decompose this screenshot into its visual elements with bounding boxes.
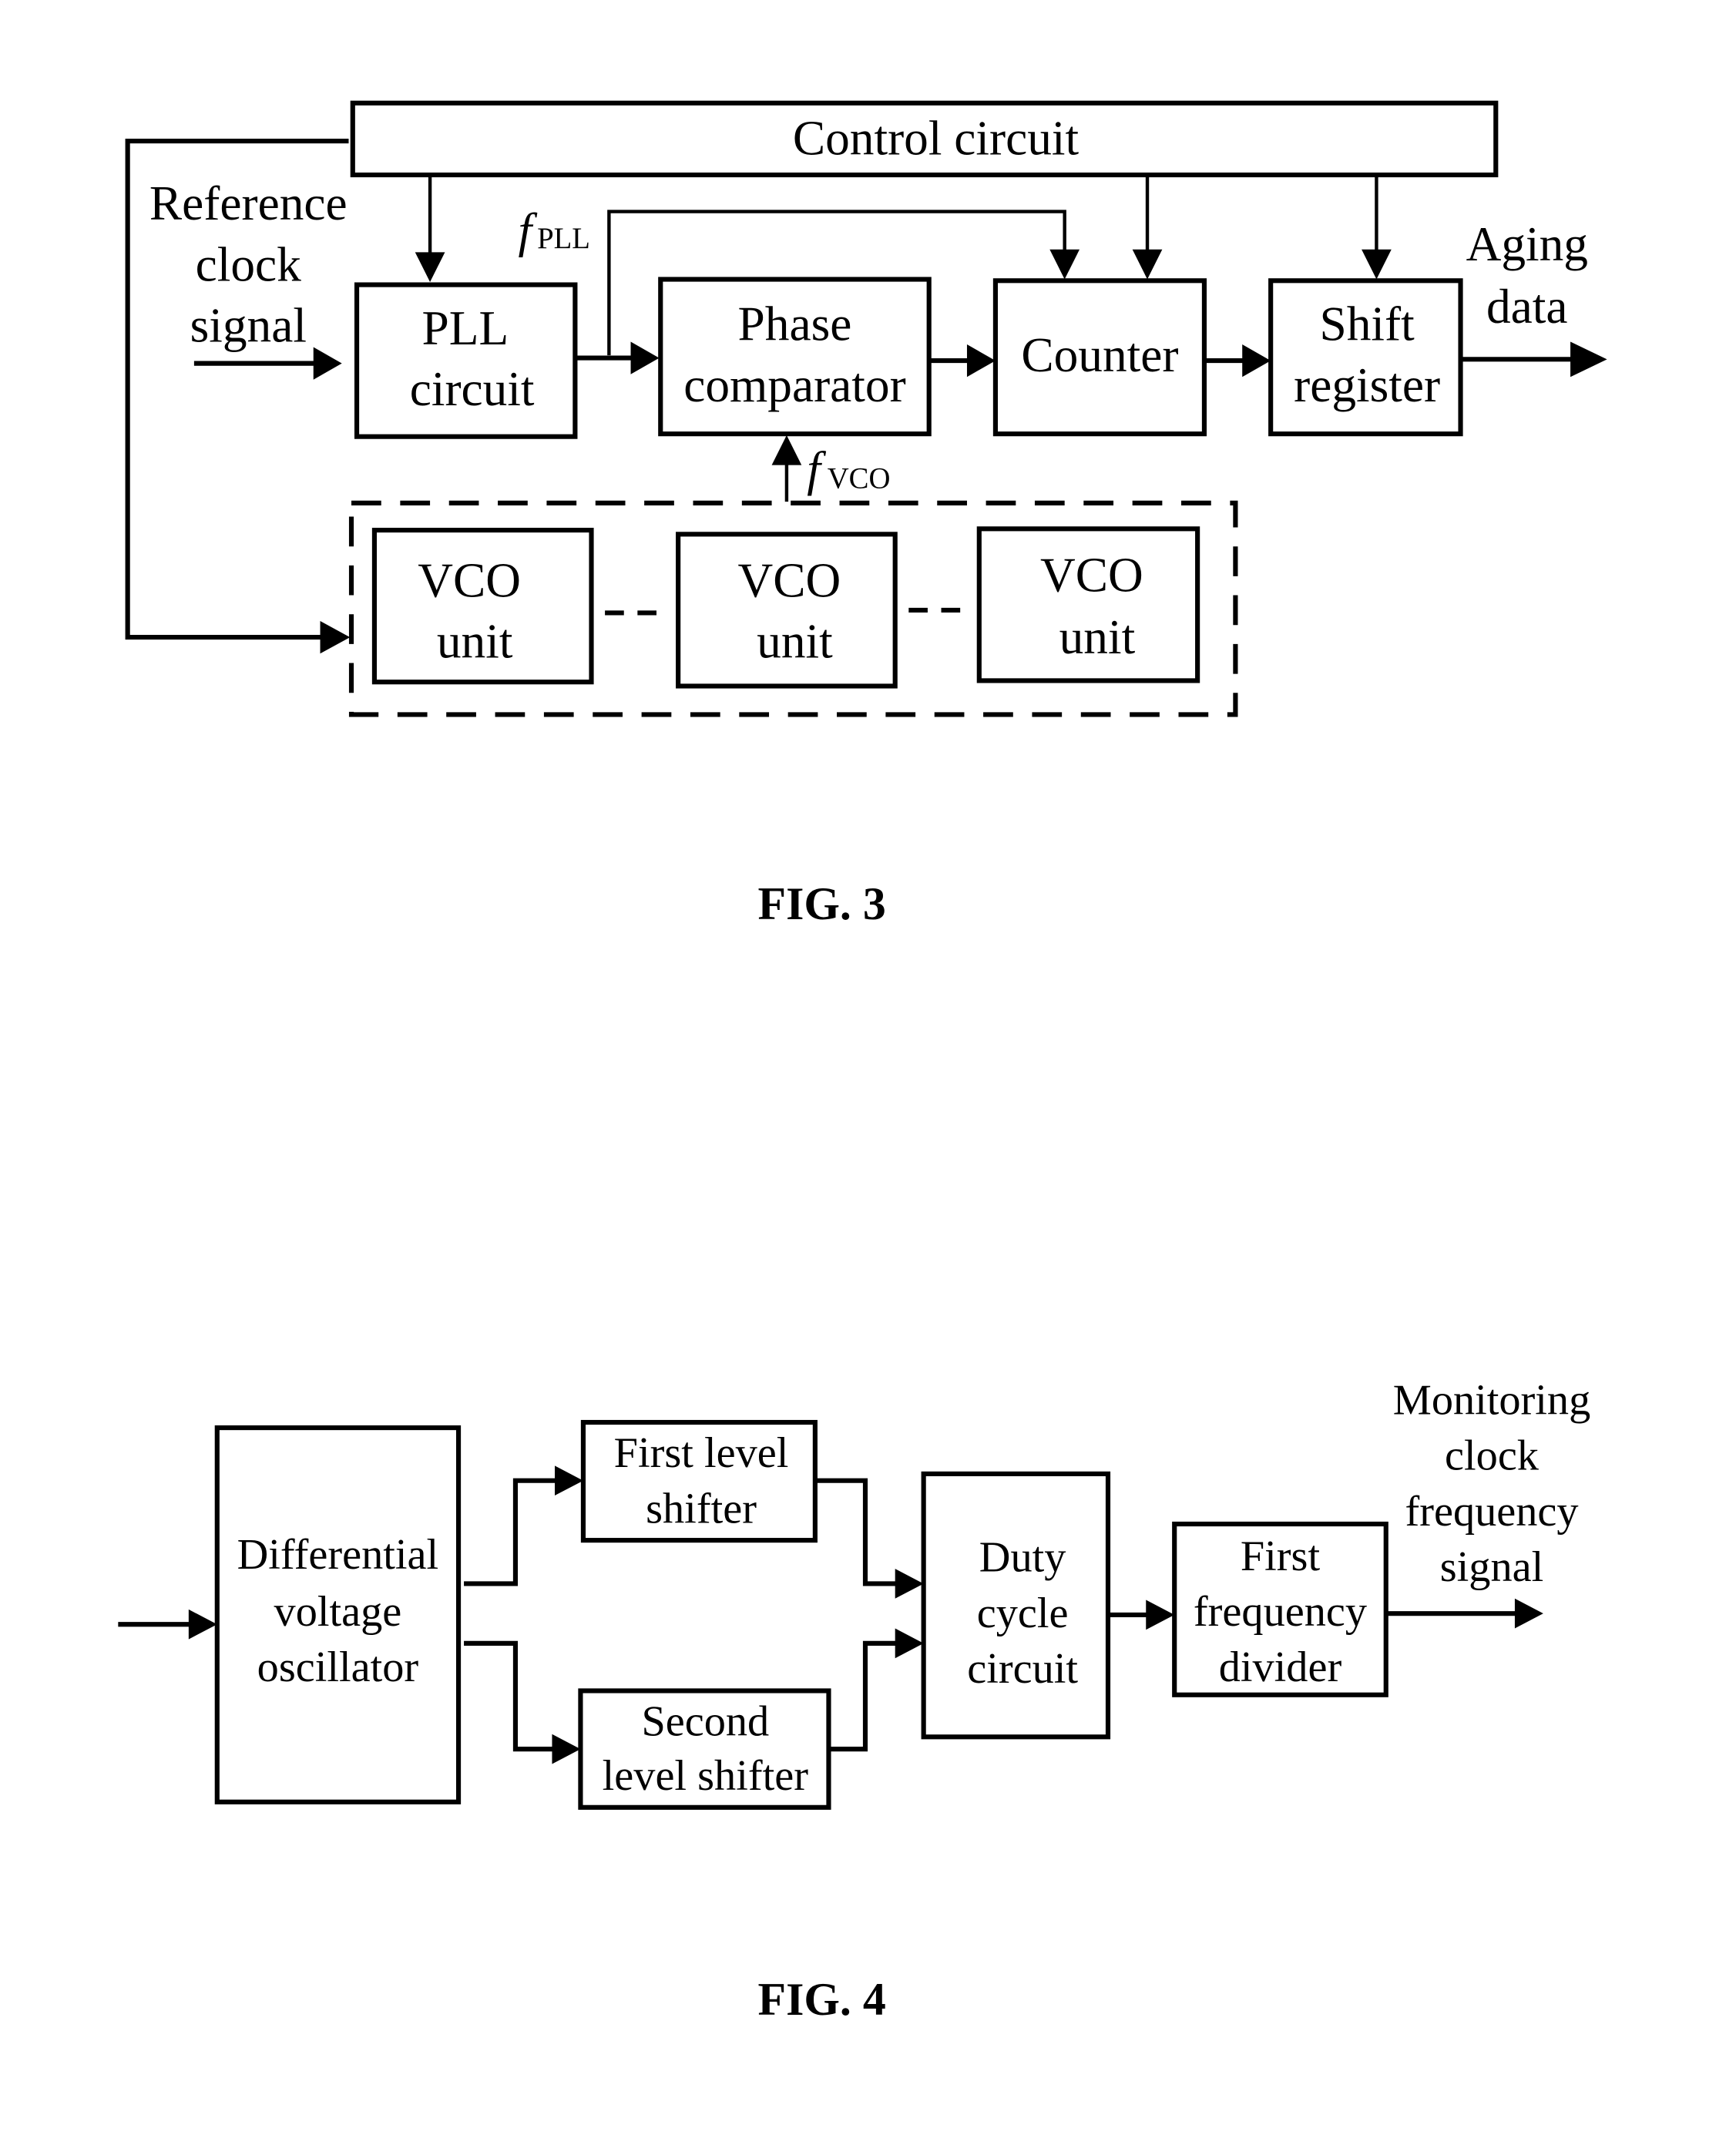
second-level-shifter-block: Second level shifter xyxy=(578,1688,831,1810)
arrow-head-icon xyxy=(552,1734,581,1764)
divider-label-line3: divider xyxy=(1219,1643,1342,1691)
fig3-diagram: Control circuit Reference clock signal P… xyxy=(125,100,1607,929)
monitoring-label-line3: frequency xyxy=(1405,1488,1578,1536)
vco-unit-label-line2: unit xyxy=(437,615,513,669)
arrow-head-icon xyxy=(1362,249,1392,280)
counter-label: Counter xyxy=(1021,328,1178,382)
arrow-head-icon xyxy=(554,1465,583,1496)
f-pll-symbol: f xyxy=(518,203,537,257)
control-circuit-block: Control circuit xyxy=(350,100,1499,178)
phase-comparator-label-line2: comparator xyxy=(683,358,905,412)
oscillator-label-line2: voltage xyxy=(274,1588,402,1636)
first-shifter-to-duty-cycle-line xyxy=(814,1478,897,1586)
counter-block: Counter xyxy=(992,278,1207,437)
fig3-caption: FIG. 3 xyxy=(758,878,886,929)
vco-unit-3: VCO unit xyxy=(976,526,1200,683)
shift-register-label-line1: Shift xyxy=(1320,297,1415,351)
first-shifter-label-line1: First level xyxy=(614,1429,789,1477)
differential-voltage-oscillator-block: Differential voltage oscillator xyxy=(214,1425,462,1804)
pll-label-line1: PLL xyxy=(422,301,509,355)
arrow-head-icon xyxy=(1242,344,1271,378)
shift-register-label-line2: register xyxy=(1294,358,1440,412)
phase-comparator-label-line1: Phase xyxy=(738,297,852,351)
arrow-head-icon xyxy=(771,435,802,465)
oscillator-label-line1: Differential xyxy=(237,1531,439,1579)
first-frequency-divider-block: First frequency divider xyxy=(1172,1521,1388,1697)
aging-data-label-line2: data xyxy=(1486,280,1568,334)
f-pll-subscript: PLL xyxy=(537,223,590,255)
vco-unit-1: VCO unit xyxy=(371,528,594,685)
arrow-head-icon xyxy=(630,341,660,374)
fig4-diagram: Differential voltage oscillator First le… xyxy=(118,1376,1590,2025)
pll-label-line2: circuit xyxy=(410,362,535,416)
patent-figures: Control circuit Reference clock signal P… xyxy=(118,100,1607,2025)
reference-label-line2: clock xyxy=(196,237,302,291)
first-shifter-label-line2: shifter xyxy=(646,1485,757,1532)
fig4-caption: FIG. 4 xyxy=(758,1974,886,2025)
monitoring-label-line1: Monitoring xyxy=(1393,1376,1590,1424)
vco-unit-label-line2: unit xyxy=(757,615,833,669)
divider-label-line1: First xyxy=(1241,1532,1321,1580)
arrow-head-icon xyxy=(1570,341,1607,378)
arrow-head-icon xyxy=(188,1609,217,1640)
oscillator-label-line3: oscillator xyxy=(257,1643,419,1691)
arrow-head-icon xyxy=(1514,1598,1543,1629)
f-vco-subscript: VCO xyxy=(828,463,891,495)
vco-unit-2: VCO unit xyxy=(676,532,898,689)
arrow-head-icon xyxy=(966,344,996,378)
vco-unit-label-line1: VCO xyxy=(1040,548,1143,602)
arrow-head-icon xyxy=(1132,249,1163,280)
second-shifter-label-line1: Second xyxy=(641,1698,769,1746)
shift-register-block: Shift register xyxy=(1268,278,1463,437)
monitoring-label-line2: clock xyxy=(1445,1432,1540,1480)
vco-unit-label-line1: VCO xyxy=(418,553,521,607)
reference-clock-label: Reference clock signal xyxy=(149,176,348,352)
f-vco-symbol: f xyxy=(807,442,826,496)
arrow-head-icon xyxy=(313,347,342,380)
arrow-head-icon xyxy=(895,1628,924,1659)
arrow-head-icon xyxy=(1049,249,1080,280)
oscillator-to-first-shifter-line xyxy=(464,1478,556,1586)
second-shifter-label-line2: level shifter xyxy=(603,1752,809,1800)
control-circuit-label: Control circuit xyxy=(793,112,1080,166)
divider-label-line2: frequency xyxy=(1194,1588,1367,1636)
second-shifter-to-duty-cycle-line xyxy=(828,1640,897,1752)
first-level-shifter-block: First level shifter xyxy=(580,1419,818,1543)
duty-cycle-circuit-block: Duty cycle circuit xyxy=(921,1471,1111,1740)
oscillator-to-second-shifter-line xyxy=(464,1640,554,1752)
monitoring-label-line4: signal xyxy=(1440,1543,1543,1591)
arrow-head-icon xyxy=(415,252,445,283)
arrow-head-icon xyxy=(895,1569,924,1599)
vco-unit-label-line2: unit xyxy=(1059,610,1136,664)
pll-circuit-block: PLL circuit xyxy=(354,282,578,439)
duty-cycle-label-line1: Duty xyxy=(979,1534,1066,1582)
duty-cycle-label-line3: circuit xyxy=(967,1645,1078,1693)
duty-cycle-label-line2: cycle xyxy=(977,1589,1069,1637)
reference-label-line1: Reference xyxy=(149,176,348,230)
vco-unit-label-line1: VCO xyxy=(738,553,841,607)
arrow-head-icon xyxy=(320,620,351,654)
reference-label-line3: signal xyxy=(190,298,307,352)
aging-data-label-line1: Aging xyxy=(1466,217,1588,271)
arrow-head-icon xyxy=(1146,1600,1175,1630)
phase-comparator-block: Phase comparator xyxy=(658,277,932,437)
